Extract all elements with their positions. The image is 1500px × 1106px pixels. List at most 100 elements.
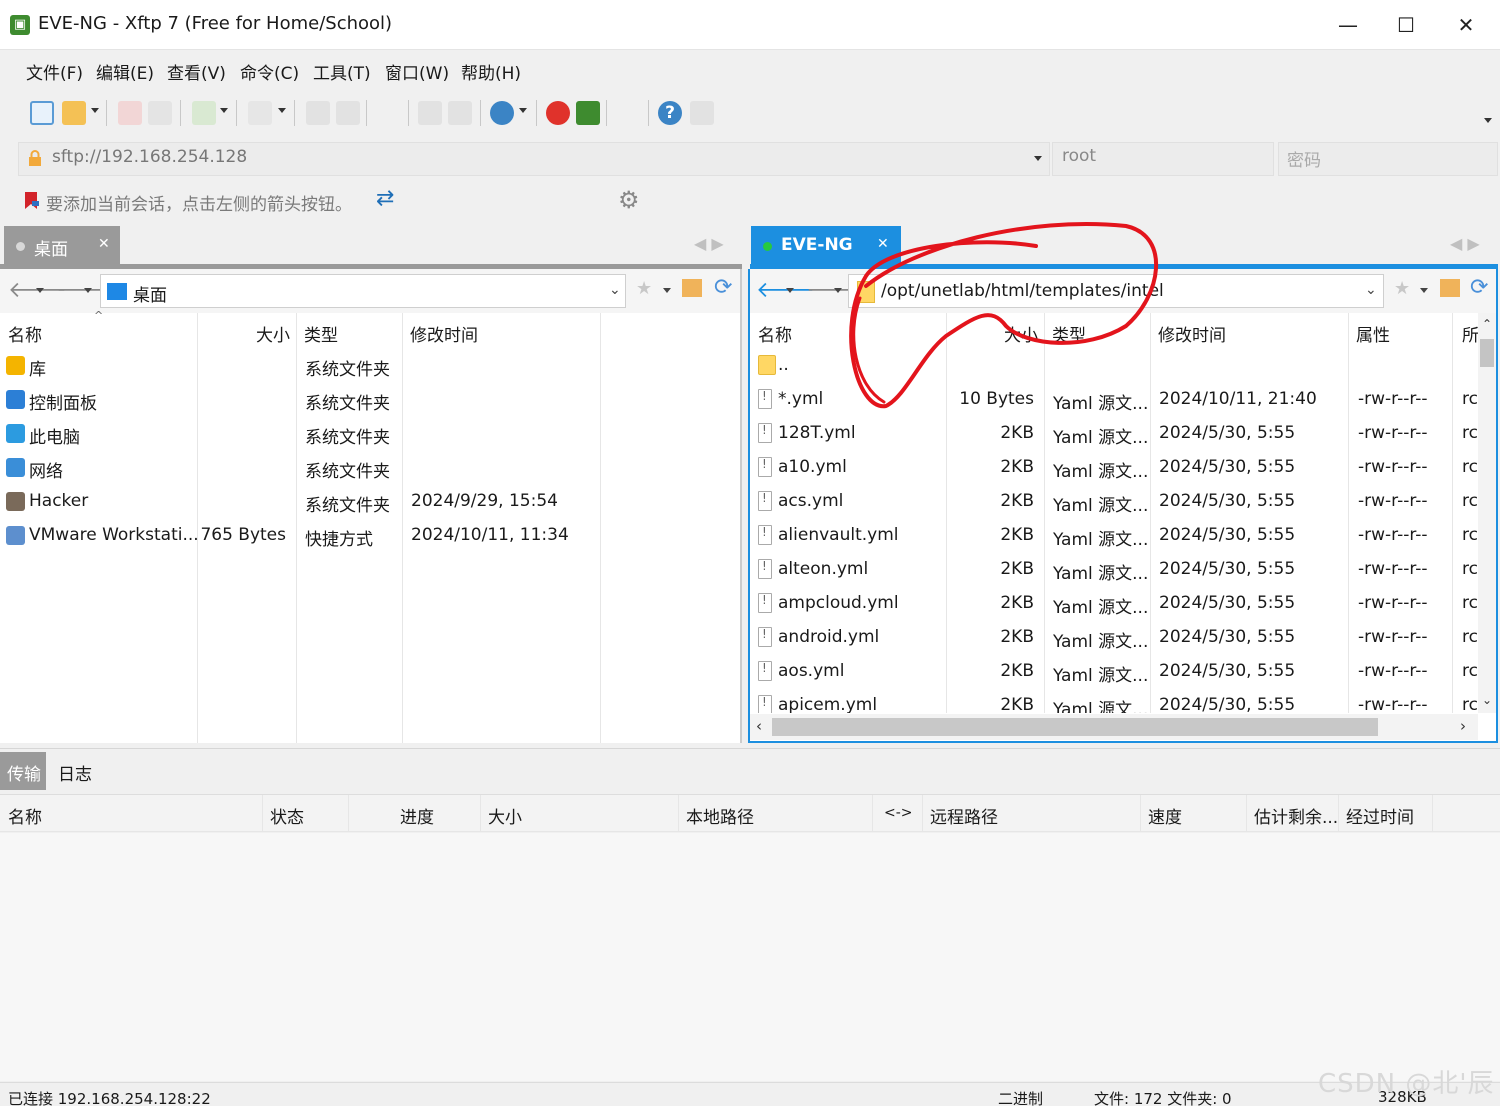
local-path-input[interactable]: 桌面 ⌄ [100,274,626,308]
terminal-icon[interactable] [248,101,272,125]
back-dropdown-icon[interactable] [786,288,794,293]
encoding-dropdown-icon[interactable] [519,108,527,113]
col-name[interactable]: 名称 [8,321,42,346]
col-modified[interactable]: 修改时间 [410,321,478,346]
connection-status: 已连接 192.168.254.128:22 [8,1090,211,1106]
open-folder-icon[interactable] [62,101,86,125]
bookmark-dropdown-icon[interactable] [1420,288,1428,293]
menu-edit[interactable]: 编辑(E) [96,59,154,84]
table-row[interactable]: apicem.yml 2KB Yaml 源文... 2024/5/30, 5:55 -r… [750,689,1478,713]
table-row[interactable]: VMware Workstati... 765 Bytes 快捷方式 2024/10/… [0,519,740,553]
vertical-scrollbar[interactable]: ⌃ ⌄ [1478,313,1496,713]
new-session-icon[interactable] [30,101,54,125]
col-speed[interactable]: 速度 [1148,803,1182,828]
col-size[interactable]: 大小 [256,321,290,346]
toolbar-separator [480,100,481,126]
paste-icon[interactable] [448,101,472,125]
tab-desktop[interactable]: 桌面 ✕ [4,226,120,266]
col-type[interactable]: 类型 [304,321,338,346]
cell-attr: -rw-r--r-- [1358,423,1428,443]
chevron-down-icon[interactable]: ⌄ [1365,282,1377,298]
table-row[interactable]: aos.yml 2KB Yaml 源文... 2024/5/30, 5:55 -rw-r… [750,655,1478,689]
table-row[interactable]: android.yml 2KB Yaml 源文... 2024/5/30, 5:55 -… [750,621,1478,655]
toolbar-separator [648,100,649,126]
star-icon[interactable]: ★ [1394,278,1410,299]
properties-dropdown-icon[interactable] [220,108,228,113]
xftp-icon[interactable] [576,101,600,125]
col-elapsed[interactable]: 经过时间 [1346,803,1414,828]
col-owner[interactable]: 所 [1462,321,1479,346]
table-row[interactable]: 控制面板 系统文件夹 [0,383,740,417]
table-row[interactable]: alteon.yml 2KB Yaml 源文... 2024/5/30, 5:55 -r… [750,553,1478,587]
help-icon[interactable]: ? [658,101,682,125]
col-attributes[interactable]: 属性 [1356,321,1390,346]
table-row[interactable]: 网络 系统文件夹 [0,451,740,485]
download-icon[interactable] [336,101,360,125]
scrollbar-thumb[interactable] [1480,339,1494,367]
maximize-button[interactable]: ☐ [1376,8,1436,42]
globe-icon[interactable] [490,101,514,125]
col-local-path[interactable]: 本地路径 [686,803,754,828]
xshell-icon[interactable] [546,101,570,125]
table-row[interactable]: 库 系统文件夹 [0,349,740,383]
tab-close-icon[interactable]: ✕ [98,236,110,252]
bookmark-dropdown-icon[interactable] [663,288,671,293]
cell-attr: -rw-r--r-- [1358,389,1428,409]
table-row[interactable]: a10.yml 2KB Yaml 源文... 2024/5/30, 5:55 -rw-r… [750,451,1478,485]
tab-log[interactable]: 日志 [58,760,92,785]
col-transfer-progress[interactable]: 进度 [400,803,434,828]
col-direction[interactable]: <-> [884,805,913,821]
horizontal-scrollbar-thumb[interactable] [772,718,1378,736]
col-transfer-size[interactable]: 大小 [488,803,522,828]
menu-window[interactable]: 窗口(W) [385,59,449,84]
terminal-dropdown-icon[interactable] [278,108,286,113]
table-row[interactable]: 此电脑 系统文件夹 [0,417,740,451]
menu-tools[interactable]: 工具(T) [313,59,371,84]
chevron-down-icon[interactable]: ⌄ [609,282,621,298]
chat-icon[interactable] [690,101,714,125]
table-row[interactable]: alienvault.yml 2KB Yaml 源文... 2024/5/30, 5:… [750,519,1478,553]
back-dropdown-icon[interactable] [36,288,44,293]
col-eta[interactable]: 估计剩余... [1254,803,1338,828]
right-tab-scroll-icon[interactable]: ◀ ▶ [1450,234,1480,253]
table-row[interactable]: acs.yml 2KB Yaml 源文... 2024/5/30, 5:55 -rw-r… [750,485,1478,519]
menu-file[interactable]: 文件(F) [26,59,83,84]
left-tab-scroll-icon[interactable]: ◀ ▶ [694,234,724,253]
table-row[interactable]: ampcloud.yml 2KB Yaml 源文... 2024/5/30, 5:55… [750,587,1478,621]
toolbar-overflow-icon[interactable] [1484,118,1492,123]
open-dropdown-icon[interactable] [91,108,99,113]
col-remote-path[interactable]: 远程路径 [930,803,998,828]
scroll-left-icon[interactable]: ‹ [756,717,762,735]
transfer-mode[interactable]: 二进制 [998,1088,1043,1106]
col-transfer-name[interactable]: 名称 [8,803,42,828]
col-modified[interactable]: 修改时间 [1158,321,1226,346]
table-row[interactable]: 128T.yml 2KB Yaml 源文... 2024/5/30, 5:55 -rw-… [750,417,1478,451]
bookmark-arrow-icon[interactable] [24,192,40,210]
forward-dropdown-icon[interactable] [84,288,92,293]
menu-help[interactable]: 帮助(H) [461,59,521,84]
close-button[interactable]: ✕ [1436,8,1496,42]
refresh-icon[interactable]: ⟳ [1470,275,1488,300]
host-dropdown-icon[interactable] [1034,156,1042,161]
upload-icon[interactable] [306,101,330,125]
tab-transfer[interactable]: 传输 [0,752,46,790]
scroll-up-icon[interactable]: ⌃ [1482,317,1492,331]
menu-view[interactable]: 查看(V) [167,59,226,84]
horizontal-scrollbar[interactable]: ‹ › [750,714,1478,740]
col-transfer-status[interactable]: 状态 [270,803,304,828]
scroll-right-icon[interactable]: › [1460,717,1466,735]
disconnect-icon[interactable] [118,101,142,125]
copy-icon[interactable] [418,101,442,125]
reconnect-icon[interactable] [148,101,172,125]
scroll-down-icon[interactable]: ⌄ [1482,693,1492,707]
minimize-button[interactable]: — [1318,8,1378,42]
menu-command[interactable]: 命令(C) [240,59,299,84]
refresh-icon[interactable]: ⟳ [714,275,732,300]
properties-icon[interactable] [192,101,216,125]
star-icon[interactable]: ★ [636,278,652,299]
col-name[interactable]: 名称 [758,321,792,346]
tab-transfer-label: 传输 [7,765,41,785]
home-icon[interactable] [1440,279,1460,297]
home-icon[interactable] [682,279,702,297]
table-row[interactable]: Hacker 系统文件夹 2024/9/29, 15:54 [0,485,740,519]
